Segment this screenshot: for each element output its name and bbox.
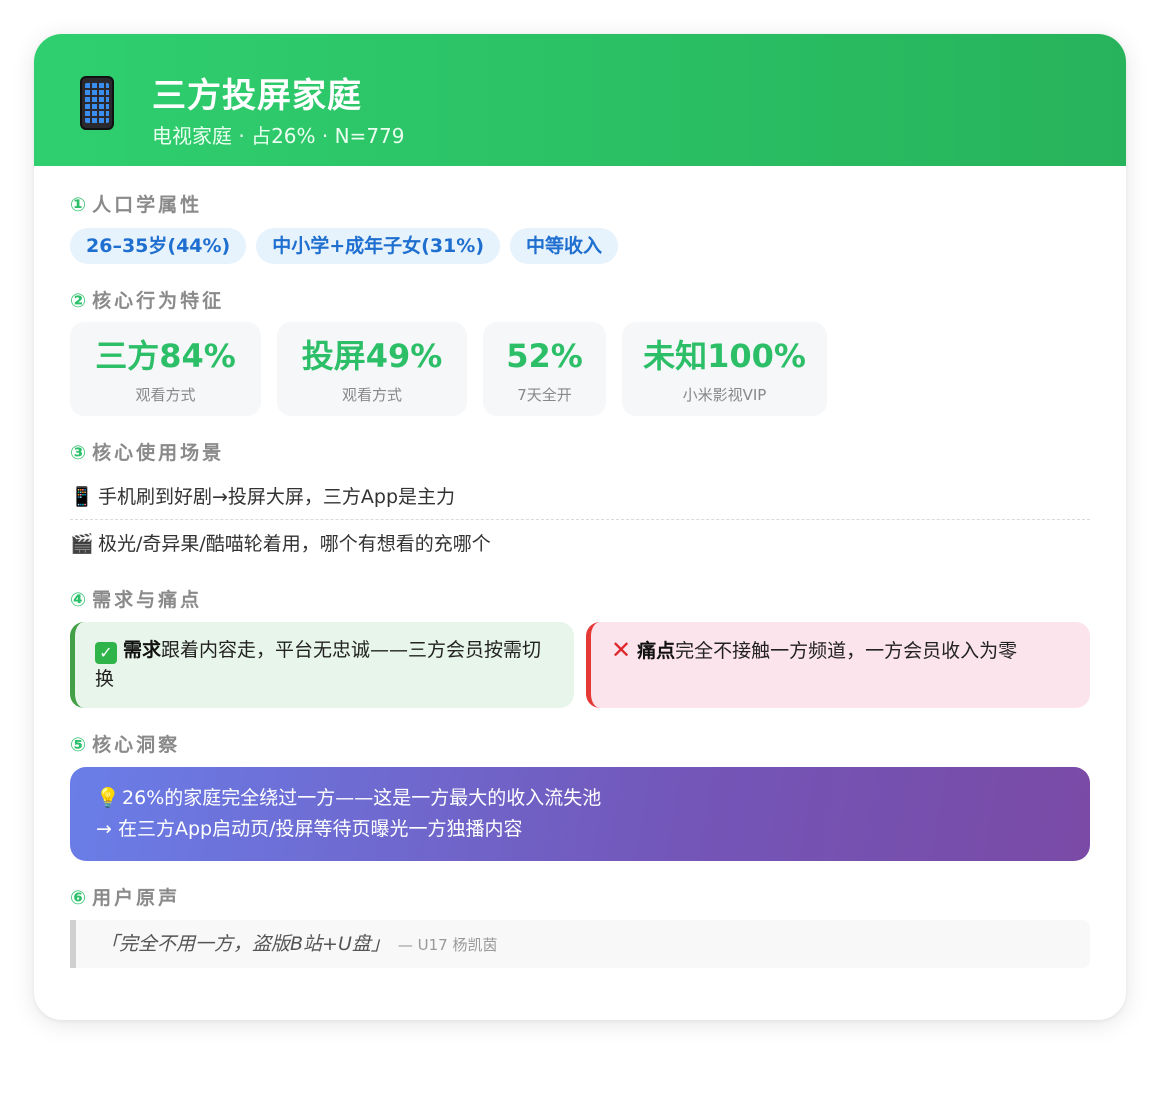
mobile-phone-icon: 📱 <box>70 486 94 508</box>
tag-age: 26–35岁(44%) <box>70 228 247 264</box>
stat-card: 52% 7天全开 <box>483 322 606 416</box>
scene-item: 📱 手机刷到好剧→投屏大屏，三方App是主力 <box>70 474 1090 520</box>
stat-card: 未知100% 小米影视VIP <box>622 322 827 416</box>
section-title-scenes: ③ 核心使用场景 <box>70 442 225 464</box>
section-title-needs: ④ 需求与痛点 <box>70 589 203 611</box>
section-title-insight: ⑤ 核心洞察 <box>70 734 181 756</box>
card-header: 三方投屏家庭 电视家庭 · 占26% · N=779 <box>34 34 1126 166</box>
stat-card: 投屏49% 观看方式 <box>277 322 467 416</box>
demographic-tags: 26–35岁(44%) 中小学+成年子女(31%) 中等收入 <box>70 228 619 264</box>
clapper-board-icon: 🎬 <box>70 533 94 555</box>
pain-box: ✕ 痛点完全不接触一方频道，一方会员收入为零 <box>586 622 1090 708</box>
tag-income: 中等收入 <box>510 228 619 264</box>
behavior-stats: 三方84% 观看方式 投屏49% 观看方式 52% 7天全开 未知100% 小米… <box>70 322 827 416</box>
section-title-demographics: ① 人口学属性 <box>70 194 203 216</box>
need-box: ✓ 需求跟着内容走，平台无忠诚——三方会员按需切换 <box>70 622 574 708</box>
check-icon: ✓ <box>95 642 117 664</box>
needs-pain-points: ✓ 需求跟着内容走，平台无忠诚——三方会员按需切换 ✕ 痛点完全不接触一方频道，一方… <box>70 622 1090 708</box>
mobile-phone-icon <box>80 76 114 130</box>
tag-children: 中小学+成年子女(31%) <box>256 228 500 264</box>
cross-icon: ✕ <box>611 636 632 664</box>
light-bulb-icon: 💡 <box>96 787 120 809</box>
persona-subtitle: 电视家庭 · 占26% · N=779 <box>152 124 405 148</box>
user-quote: 「完全不用一方，盗版B站+U盘」 — U17 杨凯茵 <box>70 920 1090 968</box>
stat-card: 三方84% 观看方式 <box>70 322 261 416</box>
insight-box: 💡 26%的家庭完全绕过一方——这是一方最大的收入流失池 → 在三方App启动页… <box>70 767 1090 861</box>
scene-item: 🎬 极光/奇异果/酷喵轮着用，哪个有想看的充哪个 <box>70 521 1090 567</box>
section-title-voice: ⑥ 用户原声 <box>70 887 181 909</box>
persona-card: 三方投屏家庭 电视家庭 · 占26% · N=779 ① 人口学属性 26–35岁… <box>34 34 1126 1020</box>
persona-title: 三方投屏家庭 <box>152 76 362 116</box>
section-title-behavior: ② 核心行为特征 <box>70 290 225 312</box>
